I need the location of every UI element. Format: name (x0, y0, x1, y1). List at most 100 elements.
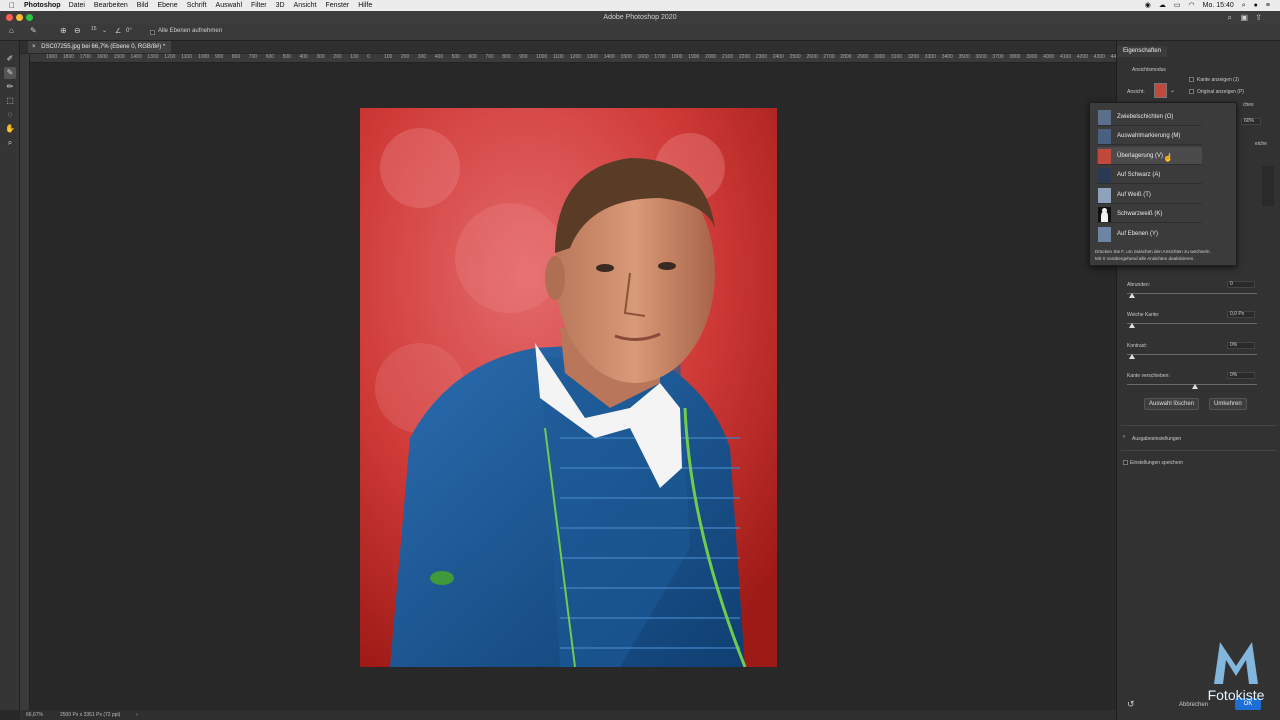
notification-icon[interactable]: ≡ (1266, 0, 1270, 11)
dropdown-item-on-layers[interactable]: Auf Ebenen (Y) (1097, 225, 1202, 243)
smooth-slider[interactable] (1127, 293, 1257, 294)
ruler-label: 900 (215, 54, 224, 60)
zoom-window-icon[interactable] (26, 14, 33, 21)
menu-bearbeiten[interactable]: Bearbeiten (94, 0, 128, 11)
object-selection-icon[interactable]: ⬚ (4, 95, 16, 107)
menu-datei[interactable]: Datei (69, 0, 85, 11)
close-tab-icon[interactable]: × (32, 44, 36, 50)
dropdown-item-onion-skin[interactable]: Zwiebelschichten (O) (1097, 108, 1202, 126)
ruler-label: 2300 (755, 54, 767, 60)
shift-edge-knob[interactable] (1192, 384, 1198, 389)
ruler-label: 4000 (1043, 54, 1055, 60)
menu-ebene[interactable]: Ebene (157, 0, 177, 11)
remember-settings-checkbox[interactable] (1123, 460, 1128, 465)
document-tab[interactable]: × DSC07255.jpg bei 66,7% (Ebene 0, RGB/8… (28, 41, 172, 53)
status-menu-icon[interactable]: › (136, 710, 138, 720)
pointer-cursor-icon: ☝ (1163, 153, 1173, 162)
dropdown-item-on-black[interactable]: Auf Schwarz (A) (1097, 166, 1202, 184)
invert-button[interactable]: Umkehren (1209, 398, 1247, 410)
partial-label: ches (1243, 102, 1254, 108)
menu-auswahl[interactable]: Auswahl (216, 0, 242, 11)
show-edge-checkbox[interactable] (1189, 77, 1194, 82)
smooth-value[interactable]: 0 (1227, 281, 1255, 288)
dropdown-item-marching-ants[interactable]: Auswahlmarkierung (M) (1097, 127, 1202, 145)
menu-fenster[interactable]: Fenster (326, 0, 350, 11)
ruler-label: 1600 (96, 54, 108, 60)
feather-knob[interactable] (1129, 323, 1135, 328)
angle-field[interactable]: 0° (126, 28, 132, 34)
window-title: Adobe Photoshop 2020 (603, 14, 677, 21)
cloud-icon[interactable]: ☁ (1159, 0, 1166, 11)
home-icon[interactable]: ⌂ (9, 26, 14, 35)
chevron-down-icon[interactable]: ⌄ (102, 27, 107, 34)
quick-selection-tool-icon[interactable]: ✐ (4, 53, 16, 65)
contrast-value[interactable]: 0% (1227, 342, 1255, 349)
sample-all-checkbox[interactable] (150, 30, 155, 35)
close-window-icon[interactable] (6, 14, 13, 21)
feather-value[interactable]: 0,0 Px (1227, 311, 1255, 318)
clock[interactable]: Mo. 15:40 (1203, 0, 1234, 11)
contrast-slider[interactable] (1127, 354, 1257, 355)
siri-icon[interactable]: ● (1254, 0, 1258, 11)
smooth-label: Abrunden: (1127, 282, 1151, 288)
reset-icon[interactable]: ↺ (1127, 699, 1135, 710)
hand-tool-icon[interactable]: ✋ (4, 123, 16, 135)
dropdown-item-label: Auswahlmarkierung (M) (1117, 133, 1181, 139)
smooth-knob[interactable] (1129, 293, 1135, 298)
menu-ansicht[interactable]: Ansicht (294, 0, 317, 11)
dropdown-item-on-white[interactable]: Auf Weiß (T) (1097, 186, 1202, 204)
menu-filter[interactable]: Filter (251, 0, 267, 11)
divider (1121, 450, 1277, 451)
ruler-label: 3900 (1026, 54, 1038, 60)
dropdown-item-black-white[interactable]: Schwarzweiß (K) (1097, 205, 1202, 223)
output-settings-label[interactable]: Ausgabeeinstellungen (1132, 436, 1181, 442)
menu-3d[interactable]: 3D (276, 0, 285, 11)
record-icon[interactable]: ◉ (1145, 0, 1151, 11)
chevron-right-icon[interactable]: › (1123, 434, 1125, 440)
lasso-tool-icon[interactable]: ◌ (4, 109, 16, 121)
ruler-label: 3000 (874, 54, 886, 60)
on-layers-thumbnail (1098, 227, 1111, 242)
shift-edge-value[interactable]: 0% (1227, 372, 1255, 379)
ruler-label: 200 (333, 54, 342, 60)
apple-icon[interactable]:  (0, 0, 24, 11)
brush-tool-icon[interactable]: ✎ (30, 26, 37, 35)
subtract-from-selection-icon[interactable]: ⊖ (74, 26, 81, 35)
layout-icon[interactable]: ▣ (1240, 11, 1248, 24)
search-icon[interactable]: ⌕ (1242, 0, 1246, 11)
menu-schrift[interactable]: Schrift (187, 0, 207, 11)
tab-properties[interactable]: Eigenschaften (1117, 46, 1168, 57)
clear-selection-button[interactable]: Auswahl löschen (1144, 398, 1200, 410)
view-label: Ansicht: (1127, 89, 1145, 95)
search-icon[interactable]: ⌕ (1228, 11, 1232, 24)
view-mode-heading: Ansichtsmodus (1132, 67, 1166, 73)
share-icon[interactable]: ⇪ (1255, 11, 1262, 24)
opacity-field[interactable]: 60% (1241, 118, 1261, 125)
zoom-tool-icon[interactable]: ⌕ (4, 137, 16, 149)
ruler-label: 1000 (198, 54, 210, 60)
view-thumbnail[interactable] (1154, 83, 1167, 98)
menu-bild[interactable]: Bild (137, 0, 149, 11)
ruler-label: 2900 (857, 54, 869, 60)
display-icon[interactable]: ▭ (1174, 0, 1181, 11)
ruler-label: 100 (350, 54, 359, 60)
ruler-label: 4300 (1093, 54, 1105, 60)
dropdown-item-overlay[interactable]: Überlagerung (V) ☝ (1097, 147, 1202, 165)
logo-text: Fotokiste (1208, 687, 1265, 703)
show-original-checkbox[interactable] (1189, 89, 1194, 94)
document-image[interactable] (360, 108, 777, 667)
brush-size[interactable]: 15 (91, 26, 97, 32)
menu-app-name[interactable]: Photoshop (24, 0, 61, 11)
refine-edge-brush-icon[interactable]: ✎ (4, 67, 16, 79)
zoom-level[interactable]: 66,67% (26, 710, 43, 720)
dropdown-item-label: Zwiebelschichten (O) (1117, 114, 1174, 120)
contrast-knob[interactable] (1129, 354, 1135, 359)
minimize-window-icon[interactable] (16, 14, 23, 21)
brush-tool-icon[interactable]: ✏ (4, 81, 16, 93)
feather-slider[interactable] (1127, 323, 1257, 324)
partial-dropdown-label[interactable]: eiche (1255, 141, 1267, 147)
wifi-icon[interactable]: ◠ (1189, 0, 1195, 11)
add-to-selection-icon[interactable]: ⊕ (60, 26, 67, 35)
menu-hilfe[interactable]: Hilfe (358, 0, 372, 11)
chevron-down-icon[interactable]: ⌄ (1170, 87, 1175, 94)
